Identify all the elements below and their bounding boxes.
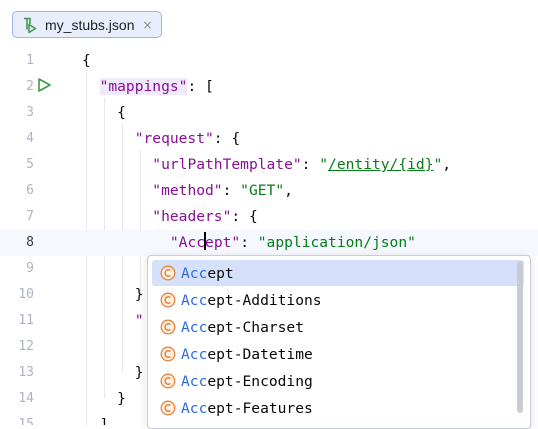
- json-key: "request": [134, 130, 214, 147]
- line-number: 2: [26, 79, 34, 94]
- json-key: "urlPathTemplate": [152, 156, 302, 173]
- code-line: 7 "headers": {: [0, 204, 538, 230]
- code-line: 6 "method": "GET",: [0, 178, 538, 204]
- json-stub-file-icon: [24, 17, 37, 33]
- line-number: 6: [26, 183, 34, 198]
- code-text: ]: [99, 416, 109, 425]
- code-text: }: [134, 286, 144, 303]
- code-line: 5 "urlPathTemplate": "/entity/{id}",: [0, 152, 538, 178]
- code-line: 3 {: [0, 100, 538, 126]
- code-text: "method": "GET",: [152, 182, 293, 199]
- code-text: "mappings": [: [99, 78, 214, 95]
- property-icon: [160, 319, 176, 335]
- completion-item-accept-features[interactable]: Accept-Features: [152, 395, 524, 421]
- url-link: /entity/{id}: [328, 156, 434, 173]
- property-icon: [160, 265, 176, 281]
- code-text: ": [134, 312, 144, 329]
- property-icon: [160, 373, 176, 389]
- code-text: "headers": {: [152, 208, 258, 225]
- property-icon: [160, 346, 176, 362]
- code-text: "request": {: [134, 130, 241, 147]
- line-number: 9: [26, 261, 34, 276]
- code-line: 2 "mappings": [: [0, 74, 538, 100]
- completion-item-accept-datetime[interactable]: Accept-Datetime: [152, 341, 524, 367]
- line-number: 7: [26, 209, 34, 224]
- code-line: 4 "request": {: [0, 126, 538, 152]
- line-number: 3: [26, 105, 34, 120]
- line-number: 12: [18, 339, 34, 354]
- line-number: 8: [26, 235, 34, 250]
- line-number: 13: [18, 365, 34, 380]
- code-text: "urlPathTemplate": "/entity/{id}",: [152, 156, 452, 173]
- editor-tab-bar: my_stubs.json ×: [0, 0, 538, 42]
- code-text: "Accept": "application/json": [169, 232, 416, 251]
- json-key: "mappings": [99, 78, 188, 95]
- code-text: }: [117, 390, 126, 407]
- json-key: "method": [152, 182, 223, 199]
- json-key: "headers": [152, 208, 232, 225]
- popup-scrollbar[interactable]: [517, 261, 523, 413]
- property-icon: [160, 292, 176, 308]
- code-text: }: [134, 364, 144, 381]
- run-icon[interactable]: [36, 77, 52, 93]
- json-key: "Acc: [169, 234, 206, 251]
- completion-item-accept[interactable]: Accept: [152, 260, 524, 286]
- line-number: 10: [18, 287, 34, 302]
- completion-item-accept-encoding[interactable]: Accept-Encoding: [152, 368, 524, 394]
- code-line-current: 8 "Accept": "application/json": [0, 230, 538, 256]
- line-number: 15: [18, 417, 34, 425]
- close-icon[interactable]: ×: [142, 18, 152, 32]
- completion-item-accept-charset[interactable]: Accept-Charset: [152, 314, 524, 340]
- json-string: "application/json": [257, 234, 416, 251]
- property-icon: [160, 400, 176, 416]
- code-line: 1 {: [0, 48, 538, 74]
- line-number: 1: [26, 53, 34, 68]
- code-text: {: [82, 52, 91, 69]
- tab-my-stubs-json[interactable]: my_stubs.json ×: [12, 11, 162, 38]
- code-text: {: [117, 104, 126, 121]
- tab-label: my_stubs.json: [45, 16, 135, 33]
- line-number: 14: [18, 391, 34, 406]
- line-number: 4: [26, 131, 34, 146]
- json-string: "GET": [240, 182, 285, 199]
- completion-item-accept-additions[interactable]: Accept-Additions: [152, 287, 524, 313]
- completion-popup: Accept Accept-Additions Accept-Charset A…: [147, 255, 531, 429]
- line-number: 5: [26, 157, 34, 172]
- line-number: 11: [18, 313, 34, 328]
